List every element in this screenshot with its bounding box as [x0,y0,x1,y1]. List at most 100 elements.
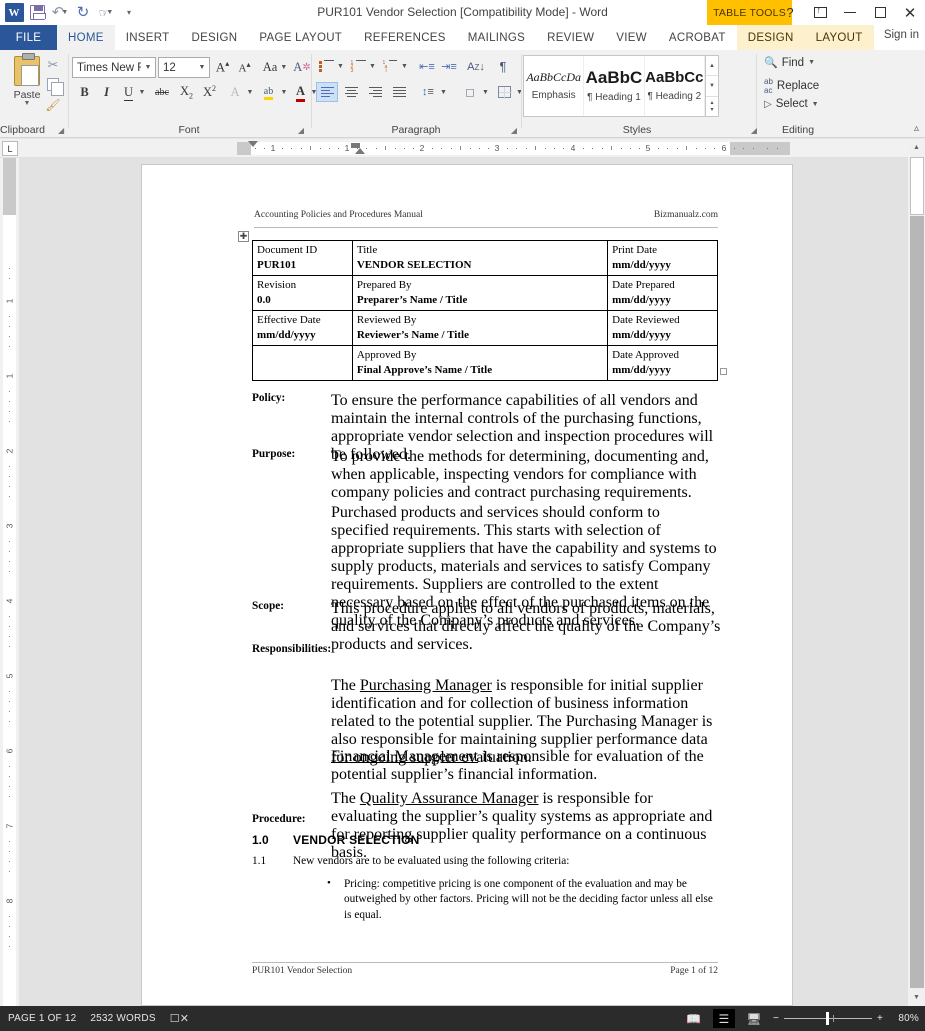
table-cell-approved-by[interactable]: Approved By Final Approve’s Name / Title [351,345,609,382]
left-indent-marker[interactable] [351,143,360,148]
save-icon[interactable] [26,2,48,23]
word-count[interactable]: 2532 WORDS [90,1013,155,1024]
increase-indent-button[interactable]: ⇥≡ [439,57,459,76]
procedure-bullet-text[interactable]: Pricing: competitive pricing is one comp… [344,877,719,923]
hanging-indent-marker[interactable] [355,148,365,154]
ribbon-display-options-icon[interactable] [805,0,835,25]
vertical-ruler[interactable]: 1 1 2 3 4 5 6 7 8 [0,158,19,1006]
numbering-button[interactable]: 123 [348,57,368,76]
tab-table-design[interactable]: DESIGN [736,25,805,50]
table-cell-empty[interactable] [252,345,353,382]
underline-chevron-down-icon[interactable]: ▼ [136,83,148,102]
sign-in-link[interactable]: Sign in [884,29,919,41]
align-center-button[interactable] [340,82,362,102]
table-cell-prepared-by[interactable]: Prepared By Preparer’s Name / Title [351,275,609,312]
replace-button[interactable]: ab ac Replace [764,77,819,95]
font-dialog-launcher[interactable]: ◢ [298,126,304,135]
select-chevron-down-icon[interactable]: ▼ [812,101,819,108]
proofing-errors-icon[interactable]: ☐✕ [170,1012,189,1025]
table-cell-title[interactable]: Title VENDOR SELECTION [351,239,609,277]
style-heading1[interactable]: AaBbC ¶ Heading 1 [584,56,645,116]
align-right-button[interactable] [364,82,386,102]
table-move-handle[interactable]: ✚ [238,231,249,242]
sort-button[interactable]: AZ↓ [466,57,486,76]
font-name-combo[interactable]: Times New Rе ▼ [72,57,156,78]
table-cell-revision[interactable]: Revision 0.0 [252,275,353,312]
horizontal-ruler[interactable]: L 1 1 2 3 4 5 6 [0,139,908,158]
web-layout-icon[interactable]: 🖥 [743,1009,765,1028]
line-spacing-button[interactable]: ↕≡ [417,82,439,102]
zoom-slider[interactable]: − + [773,1012,883,1025]
justify-button[interactable] [388,82,410,102]
tab-view[interactable]: VIEW [605,25,658,50]
bullets-button[interactable] [316,57,336,76]
help-icon[interactable]: ? [775,0,805,25]
grow-font-button[interactable]: A▴ [212,57,233,78]
scrollbar-thumb[interactable] [910,157,924,215]
customize-qat-icon[interactable]: ▾ [118,2,140,23]
resp-2-role-link[interactable]: Financial Management [331,748,478,765]
numbering-chevron-down-icon[interactable]: ▼ [367,57,378,76]
superscript-button[interactable]: X2 [199,83,220,102]
tab-references[interactable]: REFERENCES [353,25,457,50]
vendor-selection-table[interactable]: Document ID PUR101 Title VENDOR SELECTIO… [252,239,718,382]
table-row[interactable]: Approved By Final Approve’s Name / Title… [252,345,718,382]
responsibility-2[interactable]: Financial Management is responsible for … [331,748,721,784]
clear-formatting-button[interactable]: A ✲ [292,57,312,78]
tab-table-layout[interactable]: LAYOUT [804,25,874,50]
table-cell-print-date[interactable]: Print Date mm/dd/yyyy [607,239,718,277]
style-heading2[interactable]: AaBbCc ¶ Heading 2 [645,56,705,116]
table-cell-document-id[interactable]: Document ID PUR101 [252,239,353,277]
tab-insert[interactable]: INSERT [115,25,181,50]
resp-1-role-link[interactable]: Purchasing Manager [360,677,492,694]
tab-design[interactable]: DESIGN [180,25,248,50]
scrollbar-track[interactable] [910,216,924,988]
collapse-ribbon-icon[interactable]: ▵ [914,123,919,134]
document-canvas[interactable]: Accounting Policies and Procedures Manua… [19,158,908,1006]
change-case-button[interactable]: Aa ▼ [260,57,290,78]
print-layout-icon[interactable]: ☰ [713,1009,735,1028]
close-icon[interactable]: ✕ [895,0,925,25]
zoom-level-label[interactable]: 80% [891,1013,919,1024]
style-emphasis[interactable]: AaBbCcDa Emphasis [524,56,585,116]
word-app-icon[interactable]: W [3,2,25,23]
italic-button[interactable]: I [97,83,116,102]
procedure-item-text[interactable]: New vendors are to be evaluated using th… [293,855,569,867]
decrease-indent-button[interactable]: ⇤≡ [417,57,437,76]
table-cell-reviewed-by[interactable]: Reviewed By Reviewer’s Name / Title [351,310,609,347]
table-cell-effective-date[interactable]: Effective Date mm/dd/yyyy [252,310,353,347]
page-indicator[interactable]: PAGE 1 OF 12 [8,1013,76,1024]
borders-button[interactable] [493,82,515,102]
zoom-in-button[interactable]: + [877,1013,883,1024]
tab-mailings[interactable]: MAILINGS [457,25,536,50]
styles-scroll-up-icon[interactable]: ▲ [705,56,718,77]
strikethrough-button[interactable]: abc [150,83,174,102]
paste-button[interactable]: Paste ▼ [6,53,48,120]
maximize-icon[interactable] [865,0,895,25]
table-row[interactable]: Effective Date mm/dd/yyyy Reviewed By Re… [252,310,718,347]
text-effects-chevron-down-icon[interactable]: ▼ [244,83,256,102]
format-painter-button[interactable]: 🖌 [44,96,62,113]
resp-3-role-link[interactable]: Quality Assurance Manager [360,790,539,807]
scroll-up-icon[interactable]: ▲ [908,139,925,156]
scope-text[interactable]: This procedure applies to all vendors of… [331,600,721,654]
scroll-down-icon[interactable]: ▼ [908,989,925,1006]
multilevel-list-button[interactable]: 1ai [380,57,400,76]
shading-chevron-down-icon[interactable]: ▼ [480,82,491,102]
tab-file[interactable]: FILE [0,25,57,50]
styles-scroll-down-icon[interactable]: ▼ [705,76,718,97]
line-spacing-chevron-down-icon[interactable]: ▼ [438,82,449,102]
find-chevron-down-icon[interactable]: ▼ [808,59,815,66]
multilevel-chevron-down-icon[interactable]: ▼ [399,57,410,76]
table-resize-handle[interactable] [720,368,727,375]
find-button[interactable]: 🔍 Find ▼ [764,56,815,70]
shrink-font-button[interactable]: A▴ [234,57,255,78]
text-highlight-button[interactable]: ab [258,83,279,102]
table-cell-date-approved[interactable]: Date Approved mm/dd/yyyy [607,345,718,382]
subscript-button[interactable]: X2 [176,83,197,102]
table-row[interactable]: Revision 0.0 Prepared By Preparer’s Name… [252,275,718,312]
read-mode-icon[interactable]: 📖 [683,1009,705,1028]
zoom-track[interactable] [784,1012,872,1025]
bold-button[interactable]: B [75,83,94,102]
table-row[interactable]: Document ID PUR101 Title VENDOR SELECTIO… [252,239,718,277]
